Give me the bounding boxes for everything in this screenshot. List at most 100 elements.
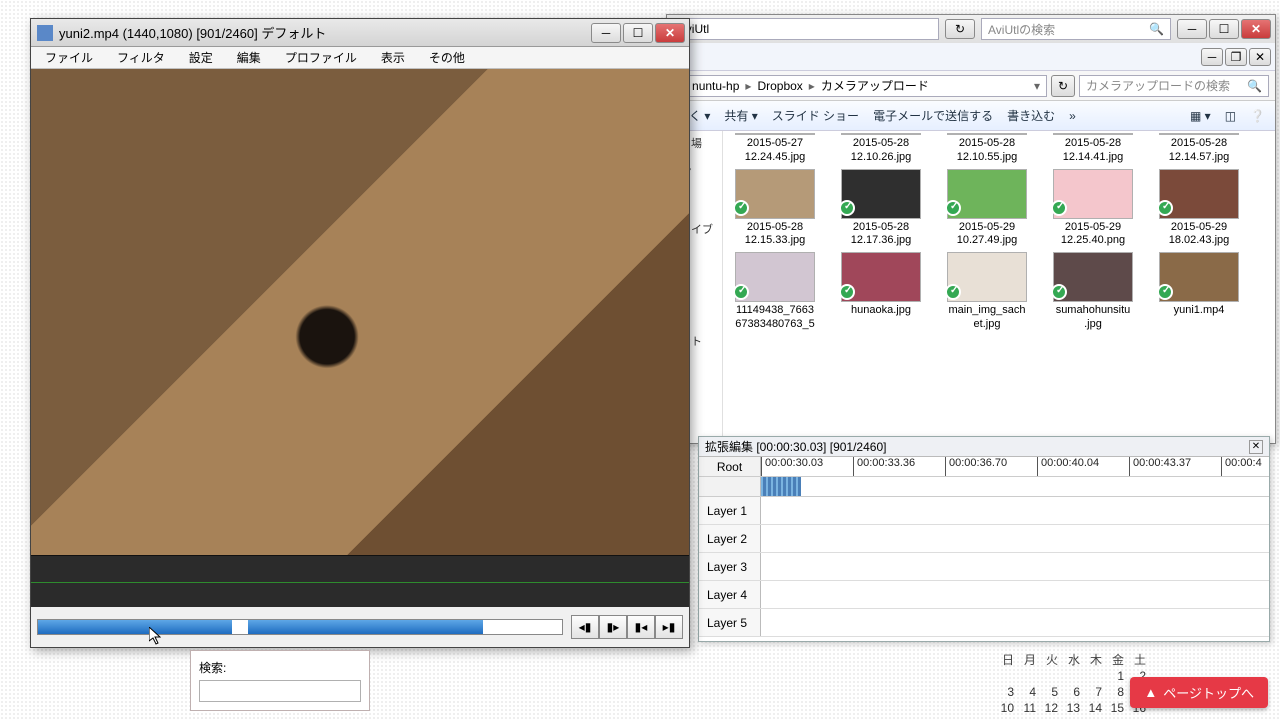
sync-ok-icon — [733, 200, 749, 216]
menu-編集[interactable]: 編集 — [227, 47, 271, 68]
file-item[interactable]: 2015-05-2812.10.55.jpg — [943, 133, 1031, 165]
refresh-button-top[interactable]: ↻ — [945, 19, 975, 39]
sync-ok-icon — [1051, 284, 1067, 300]
refresh-button[interactable]: ↻ — [1051, 75, 1075, 97]
timeline-tick: 00:00:36.70 — [945, 457, 1007, 476]
calendar-day[interactable]: 4 — [1018, 684, 1040, 700]
file-item[interactable]: 11149438_766367383480763_5 — [731, 252, 819, 332]
toolbar-slideshow[interactable]: スライド ショー — [772, 107, 859, 124]
breadcrumb-item[interactable]: カメラアップロード — [821, 77, 929, 94]
file-item[interactable]: 2015-05-2912.25.40.png — [1049, 169, 1137, 249]
file-item[interactable]: 2015-05-2812.17.36.jpg — [837, 169, 925, 249]
timeline-layer-track[interactable] — [761, 553, 1269, 580]
first-frame-button[interactable]: ▮◂ — [627, 615, 655, 639]
menu-ファイル[interactable]: ファイル — [35, 47, 103, 68]
file-label: 2015-05-29 — [1171, 221, 1227, 235]
file-item[interactable]: sumahohunsitu.jpg — [1049, 252, 1137, 332]
file-item[interactable]: 2015-05-2812.14.41.jpg — [1049, 133, 1137, 165]
chevron-down-icon[interactable]: ▾ — [1034, 79, 1040, 93]
page-top-button[interactable]: ▲ ページトップへ — [1130, 677, 1268, 708]
timeline-layer[interactable]: Layer 5 — [699, 609, 1269, 637]
calendar-day[interactable]: 11 — [1018, 700, 1040, 716]
file-label: 12.15.33.jpg — [745, 234, 806, 248]
timeline-layer[interactable]: Layer 4 — [699, 581, 1269, 609]
help-icon[interactable]: ❔ — [1250, 109, 1265, 123]
menu-その他[interactable]: その他 — [419, 47, 475, 68]
calendar-day[interactable]: 1 — [1106, 668, 1128, 684]
calendar-day[interactable]: 15 — [1106, 700, 1128, 716]
file-item[interactable]: 2015-05-2712.24.45.jpg — [731, 133, 819, 165]
timeline-tick: 00:00:30.03 — [761, 457, 823, 476]
explorer-search[interactable]: カメラアップロードの検索 🔍 — [1079, 75, 1269, 97]
toolbar-email[interactable]: 電子メールで送信する — [873, 107, 993, 124]
file-item[interactable]: 2015-05-2812.15.33.jpg — [731, 169, 819, 249]
minimize-button[interactable]: ─ — [591, 23, 621, 43]
timeline-layer[interactable]: Layer 3 — [699, 553, 1269, 581]
toolbar-more[interactable]: » — [1069, 109, 1076, 123]
timeline-layer-track[interactable] — [761, 525, 1269, 552]
file-item[interactable]: yuni1.mp4 — [1155, 252, 1243, 332]
calendar-head: 水 — [1062, 651, 1084, 668]
calendar-day[interactable]: 6 — [1062, 684, 1084, 700]
calendar-day[interactable]: 14 — [1084, 700, 1106, 716]
calendar-day[interactable]: 10 — [996, 700, 1018, 716]
calendar-day[interactable]: 3 — [996, 684, 1018, 700]
calendar-day[interactable]: 12 — [1040, 700, 1062, 716]
view-icon[interactable]: ▦ ▾ — [1190, 109, 1211, 123]
play-button[interactable]: ▮▸ — [599, 615, 627, 639]
menu-設定[interactable]: 設定 — [179, 47, 223, 68]
file-label: 12.24.45.jpg — [745, 151, 806, 165]
search-icon: 🔍 — [1149, 22, 1164, 36]
timeline-layer-track[interactable] — [761, 581, 1269, 608]
timeline-layer-track[interactable] — [761, 497, 1269, 524]
breadcrumb[interactable]: ▸ nuntu-hp ▸ Dropbox ▸ カメラアップロード ▾ — [673, 75, 1047, 97]
search-input[interactable] — [199, 680, 361, 702]
seekbar[interactable] — [37, 619, 563, 635]
timeline-root[interactable]: Root — [699, 457, 761, 476]
toolbar-burn[interactable]: 書き込む — [1007, 107, 1055, 124]
calendar-day[interactable]: 7 — [1084, 684, 1106, 700]
aviutl-titlebar[interactable]: yuni2.mp4 (1440,1080) [901/2460] デフォルト ─… — [31, 19, 689, 47]
explorer-top-titlebar: AviUtl ↻ AviUtlの検索 🔍 ─ ☐ ✕ — [667, 15, 1275, 43]
calendar-day[interactable]: 13 — [1062, 700, 1084, 716]
timeline-ruler[interactable]: 00:00:30.0300:00:33.3600:00:36.7000:00:4… — [761, 457, 1269, 476]
timeline-layer-name: Layer 2 — [699, 525, 761, 552]
minimize-button[interactable]: ─ — [1177, 19, 1207, 39]
timeline-tick: 00:00:43.37 — [1129, 457, 1191, 476]
sub-close-button[interactable]: ✕ — [1249, 48, 1271, 66]
file-label: 11149438_7663 — [736, 304, 814, 318]
calendar-day[interactable]: 8 — [1106, 684, 1128, 700]
file-label: .jpg — [1084, 318, 1102, 332]
file-label: 2015-05-28 — [853, 221, 909, 235]
calendar-day[interactable]: 5 — [1040, 684, 1062, 700]
file-item[interactable]: main_img_sachet.jpg — [943, 252, 1031, 332]
breadcrumb-item[interactable]: Dropbox — [757, 79, 802, 93]
sub-restore-button[interactable]: ❐ — [1225, 48, 1247, 66]
prev-frame-button[interactable]: ◂▮ — [571, 615, 599, 639]
timeline-layer-track[interactable] — [761, 609, 1269, 636]
breadcrumb-item[interactable]: nuntu-hp — [692, 79, 739, 93]
toolbar-share[interactable]: 共有 ▾ — [724, 107, 757, 124]
menu-プロファイル[interactable]: プロファイル — [275, 47, 367, 68]
timeline-layer[interactable]: Layer 2 — [699, 525, 1269, 553]
file-item[interactable]: hunaoka.jpg — [837, 252, 925, 332]
maximize-button[interactable]: ☐ — [623, 23, 653, 43]
preview-pane-icon[interactable]: ◫ — [1225, 109, 1236, 123]
last-frame-button[interactable]: ▸▮ — [655, 615, 683, 639]
close-button[interactable]: ✕ — [1241, 19, 1271, 39]
explorer-search-top[interactable]: AviUtlの検索 🔍 — [981, 18, 1171, 40]
close-button[interactable]: ✕ — [655, 23, 685, 43]
maximize-button[interactable]: ☐ — [1209, 19, 1239, 39]
file-item[interactable]: 2015-05-2910.27.49.jpg — [943, 169, 1031, 249]
timeline-preview-strip[interactable] — [761, 477, 801, 496]
file-label: 12.17.36.jpg — [851, 234, 912, 248]
file-item[interactable]: 2015-05-2918.02.43.jpg — [1155, 169, 1243, 249]
timeline-layer[interactable]: Layer 1 — [699, 497, 1269, 525]
file-item[interactable]: 2015-05-2812.10.26.jpg — [837, 133, 925, 165]
timeline-layer-name: Layer 4 — [699, 581, 761, 608]
sub-minimize-button[interactable]: ─ — [1201, 48, 1223, 66]
file-item[interactable]: 2015-05-2812.14.57.jpg — [1155, 133, 1243, 165]
menu-フィルタ[interactable]: フィルタ — [107, 47, 175, 68]
menu-表示[interactable]: 表示 — [371, 47, 415, 68]
timeline-close-icon[interactable]: ✕ — [1249, 440, 1263, 454]
